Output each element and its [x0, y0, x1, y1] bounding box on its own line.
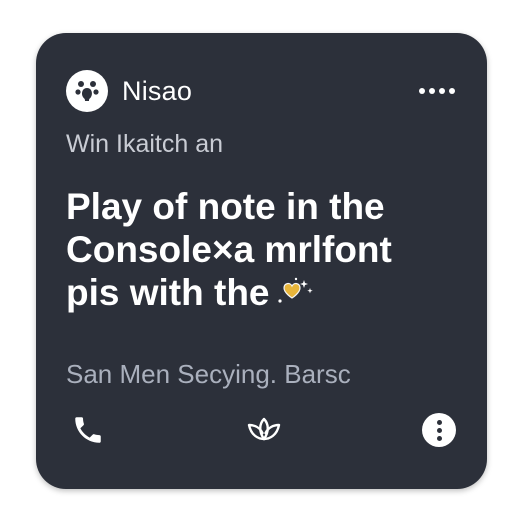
card-actions — [66, 408, 461, 452]
more-horizontal-icon-dot — [439, 88, 445, 94]
more-horizontal-icon-dot — [419, 88, 425, 94]
card-footer-text: San Men Secying. Barsc — [66, 359, 351, 389]
headline-line-2: Console×a mrlfont — [66, 229, 392, 270]
headline-line-3: pis with the — [66, 271, 466, 317]
heart-sparkle-icon — [274, 274, 318, 317]
more-horizontal-icon-dot — [429, 88, 435, 94]
card-headline: Play of note in the Console×a mrlfont pi… — [66, 185, 466, 317]
more-options-button[interactable] — [417, 82, 457, 100]
lotus-icon — [247, 417, 280, 441]
more-vertical-icon-dot — [436, 427, 442, 433]
phone-icon — [75, 417, 101, 443]
card-header: Nisao — [66, 69, 457, 113]
pawprint-icon — [75, 81, 99, 101]
more-vertical-icon — [422, 413, 456, 447]
call-button[interactable] — [66, 408, 110, 452]
more-vertical-icon-dot — [436, 435, 442, 441]
avatar[interactable] — [66, 70, 108, 112]
message-card: Nisao Win Ikaitch an Play of note in the… — [36, 33, 487, 489]
author-name: Nisao — [122, 75, 193, 106]
react-button[interactable] — [242, 408, 286, 452]
more-horizontal-icon-dot — [449, 88, 455, 94]
more-actions-button[interactable] — [417, 408, 461, 452]
more-vertical-icon-dot — [436, 419, 442, 425]
headline-line-1: Play of note in the — [66, 186, 385, 227]
headline-line-3-text: pis with the — [66, 272, 270, 313]
card-subtitle: Win Ikaitch an — [66, 130, 224, 158]
